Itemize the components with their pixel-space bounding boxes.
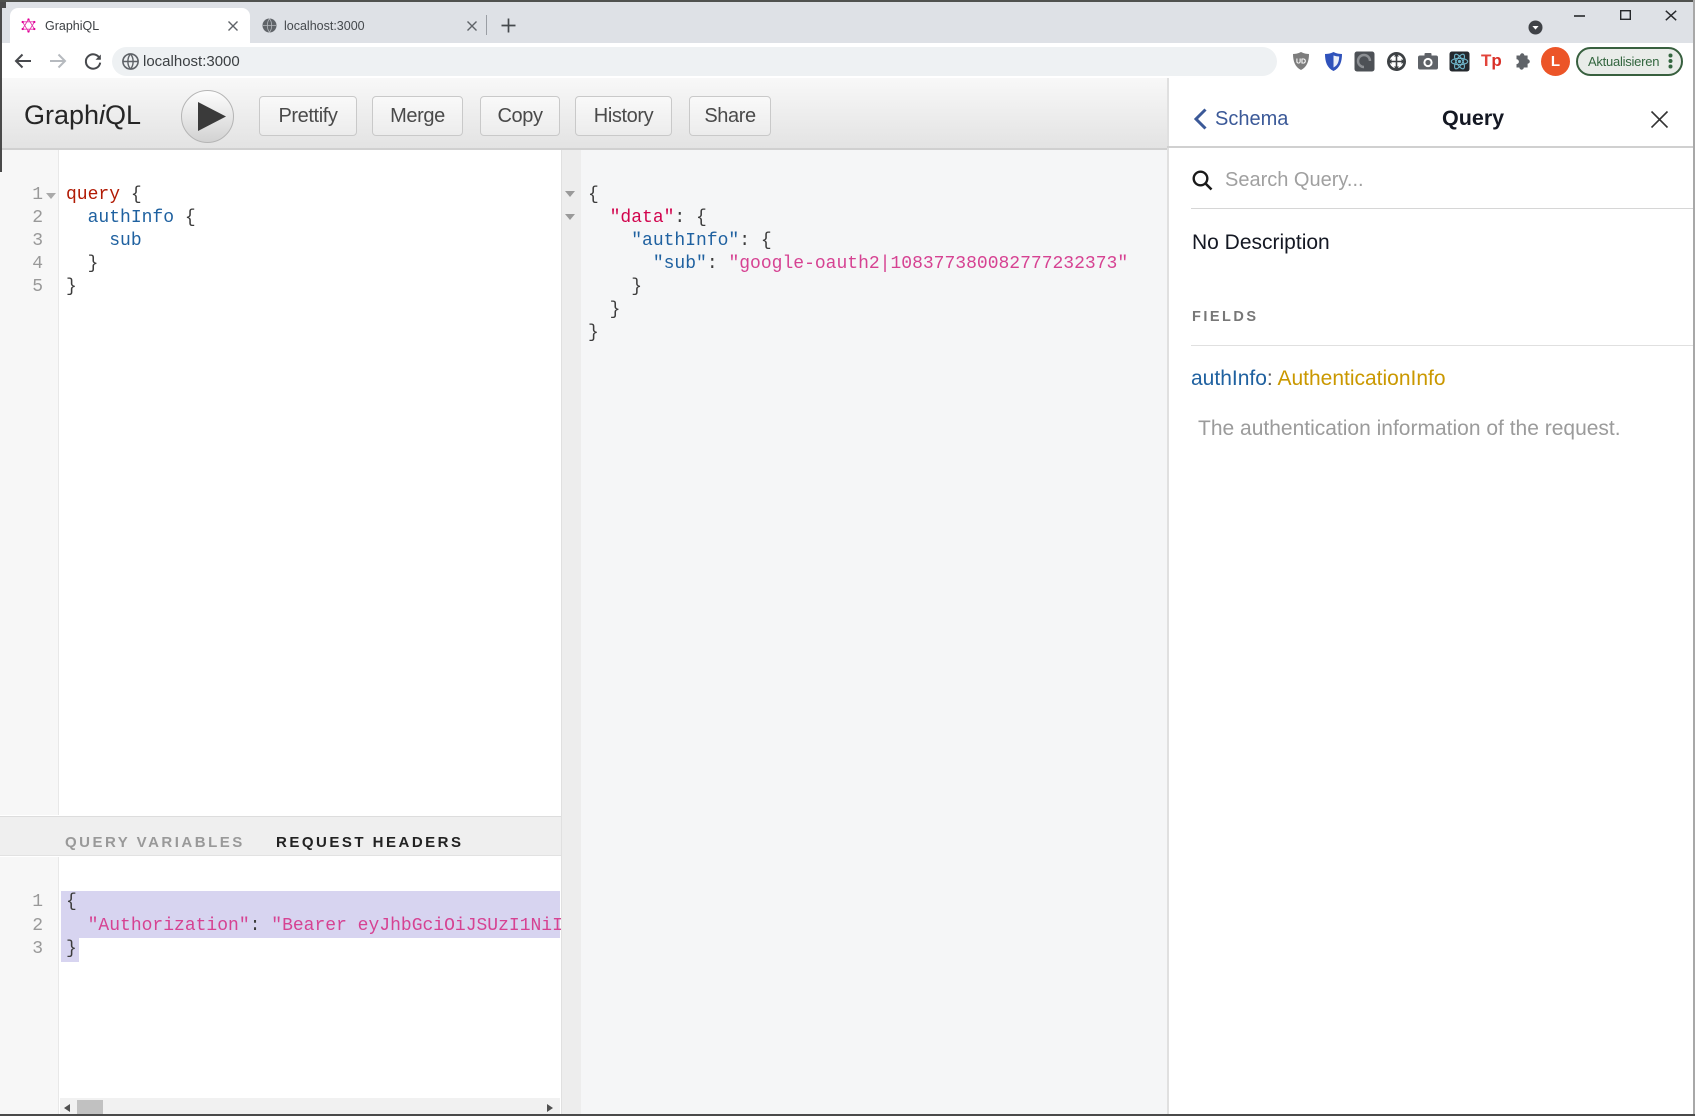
svg-text:UD: UD bbox=[1296, 59, 1306, 66]
